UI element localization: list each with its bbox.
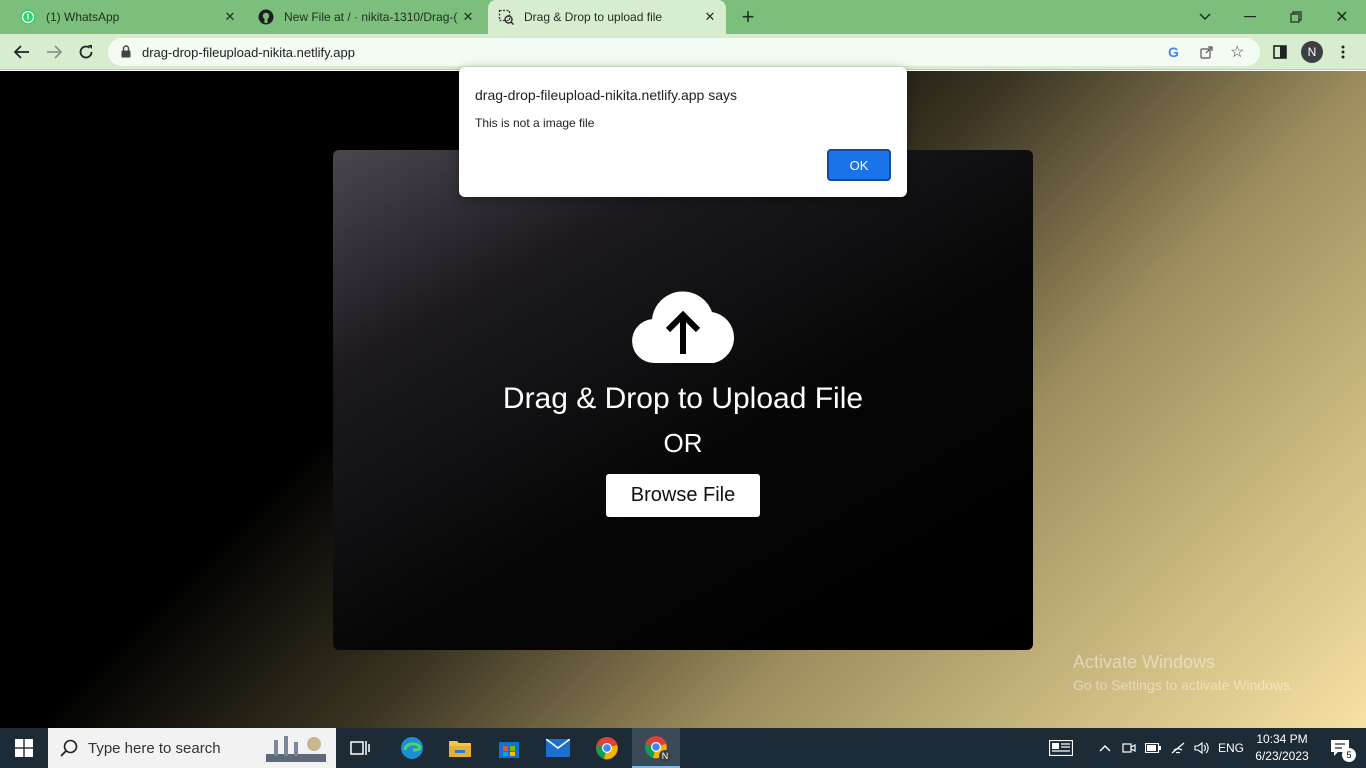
drop-zone[interactable]: Drag & Drop to Upload File OR Browse Fil… bbox=[333, 150, 1033, 650]
browser-toolbar: drag-drop-fileupload-nikita.netlify.app … bbox=[0, 34, 1366, 70]
tab-github[interactable]: New File at / · nikita-1310/Drag-( ✕ bbox=[250, 0, 484, 34]
alert-dialog: drag-drop-fileupload-nikita.netlify.app … bbox=[459, 67, 907, 197]
cloud-upload-icon bbox=[632, 291, 734, 363]
file-explorer-icon[interactable] bbox=[438, 728, 482, 768]
menu-kebab-icon[interactable] bbox=[1331, 40, 1355, 64]
activation-watermark-title: Activate Windows bbox=[1073, 652, 1216, 672]
volume-icon[interactable] bbox=[1192, 728, 1212, 768]
task-view-icon[interactable] bbox=[340, 728, 380, 768]
mail-icon[interactable] bbox=[536, 728, 580, 768]
news-widget-icon[interactable] bbox=[1046, 728, 1076, 768]
start-button[interactable] bbox=[0, 728, 48, 768]
close-window-button[interactable]: ✕ bbox=[1330, 0, 1354, 34]
google-icon[interactable]: G bbox=[1168, 44, 1179, 60]
windows-taskbar: Type here to search N ENG 10:34 PM 6/23/… bbox=[0, 728, 1366, 768]
chrome-icon[interactable] bbox=[585, 728, 629, 768]
meet-now-icon[interactable] bbox=[1120, 728, 1138, 768]
close-icon[interactable]: ✕ bbox=[222, 9, 238, 25]
share-icon[interactable] bbox=[1200, 45, 1214, 64]
address-bar[interactable]: drag-drop-fileupload-nikita.netlify.app … bbox=[108, 38, 1260, 66]
language-indicator[interactable]: ENG bbox=[1216, 728, 1246, 768]
clock-time: 10:34 PM bbox=[1256, 732, 1308, 746]
page-icon bbox=[498, 9, 514, 25]
close-icon[interactable]: ✕ bbox=[460, 9, 476, 25]
battery-icon[interactable] bbox=[1144, 728, 1162, 768]
bookmark-star-icon[interactable]: ☆ bbox=[1230, 42, 1244, 62]
tab-drag-drop[interactable]: Drag & Drop to upload file ✕ bbox=[488, 0, 726, 34]
new-tab-button[interactable]: + bbox=[736, 0, 760, 34]
search-placeholder: Type here to search bbox=[88, 739, 221, 757]
back-button[interactable] bbox=[10, 40, 34, 64]
notification-center-icon[interactable]: 5 bbox=[1320, 728, 1360, 768]
search-highlight-icon bbox=[266, 736, 326, 762]
drag-drop-heading: Drag & Drop to Upload File bbox=[502, 382, 864, 415]
minimize-button[interactable] bbox=[1238, 0, 1262, 34]
notification-count-badge: 5 bbox=[1342, 748, 1356, 762]
search-icon bbox=[60, 739, 78, 757]
reload-button[interactable] bbox=[74, 40, 98, 64]
forward-button[interactable] bbox=[42, 40, 66, 64]
chevron-up-icon[interactable] bbox=[1096, 728, 1114, 768]
profile-initial: N bbox=[1301, 41, 1323, 63]
browse-file-button[interactable]: Browse File bbox=[606, 474, 760, 517]
side-panel-icon[interactable] bbox=[1268, 40, 1292, 64]
tab-strip: (1) WhatsApp ✕ New File at / · nikita-13… bbox=[0, 0, 1366, 34]
windows-logo-icon bbox=[15, 739, 33, 757]
tab-title: Drag & Drop to upload file bbox=[524, 10, 663, 24]
dialog-title: drag-drop-fileupload-nikita.netlify.app … bbox=[475, 87, 737, 103]
dialog-message: This is not a image file bbox=[475, 116, 595, 130]
taskbar-search-box[interactable]: Type here to search bbox=[48, 728, 336, 768]
whatsapp-icon bbox=[20, 9, 36, 25]
github-icon bbox=[258, 9, 274, 25]
tab-title: New File at / · nikita-1310/Drag-( bbox=[284, 10, 458, 24]
tab-whatsapp[interactable]: (1) WhatsApp ✕ bbox=[10, 0, 246, 34]
microsoft-store-icon[interactable] bbox=[487, 728, 531, 768]
profile-avatar[interactable]: N bbox=[1300, 40, 1324, 64]
tab-search-icon[interactable] bbox=[1194, 0, 1216, 34]
url-text: drag-drop-fileupload-nikita.netlify.app bbox=[142, 45, 355, 60]
activation-watermark-text: Go to Settings to activate Windows. bbox=[1073, 677, 1294, 693]
edge-icon[interactable] bbox=[390, 728, 434, 768]
system-clock[interactable]: 10:34 PM 6/23/2023 bbox=[1254, 731, 1310, 765]
close-icon[interactable]: ✕ bbox=[702, 9, 718, 25]
tab-title: (1) WhatsApp bbox=[46, 10, 120, 24]
restore-button[interactable] bbox=[1284, 0, 1308, 34]
wifi-icon[interactable] bbox=[1168, 728, 1188, 768]
clock-date: 6/23/2023 bbox=[1255, 749, 1309, 763]
or-separator: OR bbox=[663, 428, 703, 458]
lock-icon[interactable] bbox=[121, 45, 131, 63]
chrome-profile-badge: N bbox=[659, 750, 671, 762]
chrome-profile-icon[interactable]: N bbox=[632, 728, 680, 768]
ok-button[interactable]: OK bbox=[827, 149, 891, 181]
